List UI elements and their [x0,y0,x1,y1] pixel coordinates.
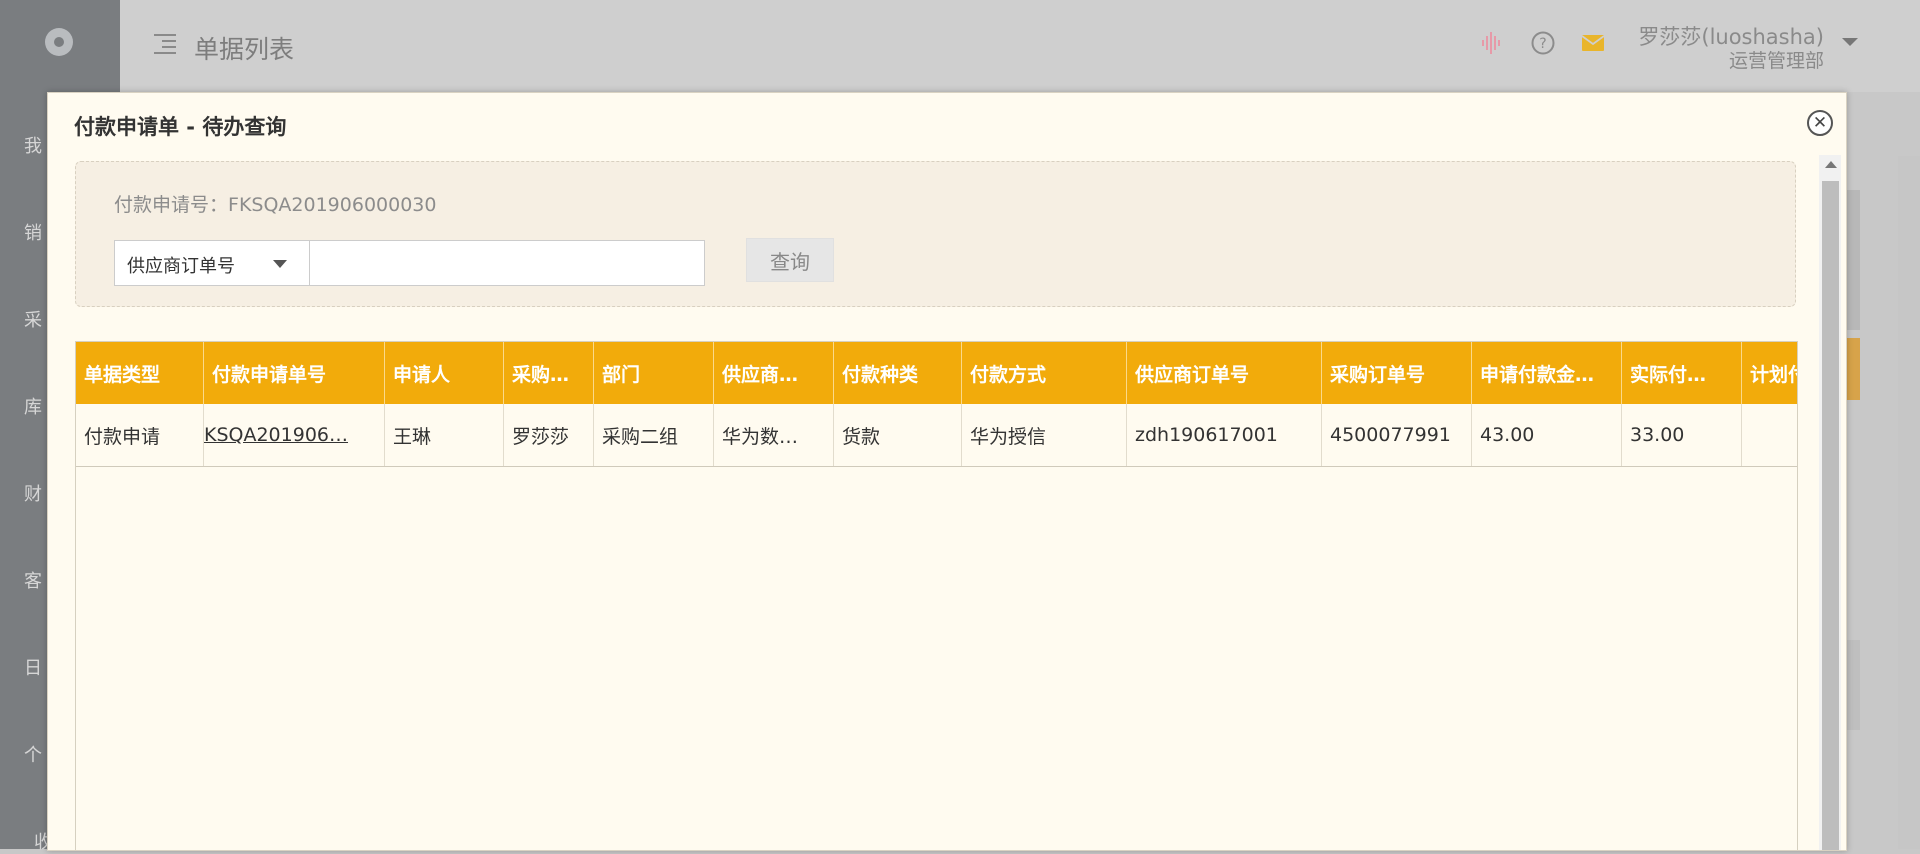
table-cell: 华为授信 [962,404,1127,466]
table-cell: 罗莎莎 [504,404,594,466]
column-header[interactable]: 采购订单号 [1322,342,1472,404]
app-logo-icon[interactable] [45,28,73,56]
payment-request-query-dialog: 付款申请单 - 待办查询 ✕ 付款申请号：FKSQA201906000030 供… [47,92,1847,851]
page-title: 单据列表 [194,35,295,64]
nav-item-6[interactable]: 日 [24,654,42,680]
audio-wave-icon[interactable] [1479,30,1505,56]
close-icon: ✕ [1812,112,1828,133]
nav-item-4[interactable]: 财 [24,480,42,506]
results-table: 单据类型 付款申请单号 申请人 采购… 部门 供应商… 付款种类 付款方式 供应… [75,341,1798,850]
nav-item-7[interactable]: 个 [24,741,42,767]
table-header-row: 单据类型 付款申请单号 申请人 采购… 部门 供应商… 付款种类 付款方式 供应… [76,342,1797,404]
column-header[interactable]: 付款方式 [962,342,1127,404]
top-bar: 单据列表 ? 罗莎莎(luoshasha) 运营管理部 [120,0,1920,92]
svg-text:?: ? [1539,36,1546,52]
bg-page-scrollbar[interactable] [1898,156,1920,849]
payment-request-label: 付款申请号： [114,194,229,216]
table-cell: 货款 [834,404,962,466]
user-dept: 运营管理部 [1728,50,1824,72]
search-input[interactable] [309,240,705,286]
table-cell: 华为数… [714,404,834,466]
table-cell: 4500077991 [1322,404,1472,466]
chevron-down-icon [273,260,287,268]
close-button[interactable]: ✕ [1807,110,1833,136]
scroll-thumb[interactable] [1822,181,1839,850]
dialog-scrollbar[interactable] [1819,155,1841,850]
dialog-title: 付款申请单 - 待办查询 [74,115,287,139]
payment-request-value: FKSQA201906000030 [228,194,437,216]
column-header[interactable]: 供应商订单号 [1127,342,1322,404]
table-cell: 43.00 [1472,404,1622,466]
payment-request-link[interactable]: KSQA201906… [204,424,348,446]
search-panel: 付款申请号：FKSQA201906000030 供应商订单号 查询 [75,161,1796,307]
scroll-up-arrow-icon[interactable] [1825,161,1837,168]
table-cell: 付款申请 [76,404,204,466]
search-field-select[interactable]: 供应商订单号 [114,240,310,286]
help-icon[interactable]: ? [1530,30,1556,56]
column-header[interactable]: 部门 [594,342,714,404]
user-menu-chevron-down-icon[interactable] [1842,38,1858,46]
table-cell [1742,404,1797,466]
column-header[interactable]: 申请付款金… [1472,342,1622,404]
table-cell: zdh190617001 [1127,404,1322,466]
column-header[interactable]: 单据类型 [76,342,204,404]
column-header[interactable]: 实际付… [1622,342,1742,404]
column-header[interactable]: 供应商… [714,342,834,404]
column-header[interactable]: 计划付 [1742,342,1797,404]
query-button[interactable]: 查询 [746,238,834,282]
table-cell: 33.00 [1622,404,1742,466]
table-cell: 王琳 [385,404,504,466]
menu-toggle-icon[interactable] [154,34,176,54]
nav-item-5[interactable]: 客 [24,567,42,593]
nav-item-1[interactable]: 销 [24,219,42,245]
nav-item-0[interactable]: 我 [24,132,42,158]
table-row[interactable]: 付款申请 KSQA201906… 王琳 罗莎莎 采购二组 华为数… 货款 华为授… [76,404,1797,467]
mail-icon[interactable] [1580,30,1606,56]
column-header[interactable]: 申请人 [385,342,504,404]
nav-item-2[interactable]: 采 [24,306,42,332]
column-header[interactable]: 付款种类 [834,342,962,404]
column-header[interactable]: 采购… [504,342,594,404]
payment-request-number: 付款申请号：FKSQA201906000030 [114,190,436,217]
nav-item-3[interactable]: 库 [24,393,42,419]
table-cell: 采购二组 [594,404,714,466]
search-field-select-value: 供应商订单号 [127,256,235,277]
table-cell-link: KSQA201906… [204,404,385,466]
column-header[interactable]: 付款申请单号 [204,342,385,404]
